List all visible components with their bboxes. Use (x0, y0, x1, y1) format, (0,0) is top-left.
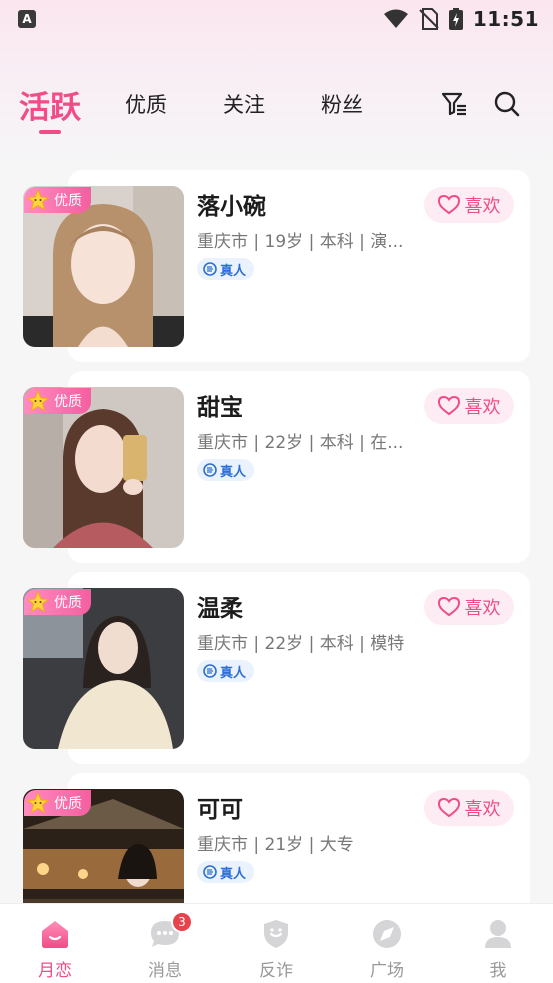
like-label: 喜欢 (464, 598, 501, 619)
nav-anti-fraud-label: 反诈 (259, 961, 293, 981)
quality-badge: 优质 (24, 187, 91, 213)
verified-icon (203, 262, 217, 276)
nav-messages-label: 消息 (148, 961, 182, 981)
like-button[interactable]: 喜欢 (424, 589, 514, 625)
filter-icon[interactable] (438, 88, 470, 120)
star-icon (27, 792, 49, 814)
verified-icon (203, 865, 217, 879)
compass-icon (371, 918, 403, 950)
nav-messages[interactable]: 3 消息 (110, 904, 220, 983)
user-meta: 重庆市 | 22岁 | 本科 | 在... (197, 433, 404, 453)
search-icon[interactable] (491, 88, 523, 120)
battery-charging-icon (448, 8, 463, 30)
tab-quality[interactable]: 优质 (125, 78, 167, 130)
verified-label: 真人 (220, 866, 247, 882)
quality-badge-label: 优质 (54, 193, 82, 209)
verified-icon (203, 463, 217, 477)
verified-badge: 真人 (197, 861, 255, 883)
nav-anti-fraud[interactable]: 反诈 (221, 904, 331, 983)
star-icon (27, 390, 49, 412)
user-meta: 重庆市 | 22岁 | 本科 | 模特 (197, 634, 405, 654)
chat-icon: 3 (149, 911, 193, 950)
quality-badge-label: 优质 (54, 595, 82, 611)
user-meta: 重庆市 | 21岁 | 大专 (197, 835, 354, 855)
like-button[interactable]: 喜欢 (424, 790, 514, 826)
star-icon (27, 591, 49, 613)
heart-icon (437, 195, 460, 215)
like-button[interactable]: 喜欢 (424, 388, 514, 424)
nav-home-label: 月恋 (38, 961, 72, 981)
quality-badge: 优质 (24, 589, 91, 615)
quality-badge-label: 优质 (54, 796, 82, 812)
app-notification-icon: A (18, 10, 36, 28)
top-tabs: 活跃 优质 关注 粉丝 (0, 78, 553, 138)
wifi-icon (383, 9, 408, 28)
verified-badge: 真人 (197, 660, 255, 682)
like-label: 喜欢 (464, 196, 501, 217)
user-card[interactable]: 优质 落小碗 重庆市 | 19岁 | 本科 | 演... 真人 喜欢 (0, 170, 553, 362)
verified-icon (203, 664, 217, 678)
nav-me-label: 我 (489, 961, 507, 981)
user-card[interactable]: 优质 温柔 重庆市 | 22岁 | 本科 | 模特 真人 喜欢 (0, 572, 553, 764)
nav-me[interactable]: 我 (443, 904, 553, 983)
bottom-nav: 月恋 3 消息 反诈 广场 我 (0, 903, 553, 983)
verified-badge: 真人 (197, 459, 255, 481)
quality-badge-label: 优质 (54, 394, 82, 410)
shield-icon (260, 918, 292, 950)
user-photo[interactable]: 优质 (23, 588, 184, 749)
tab-following[interactable]: 关注 (223, 78, 265, 130)
user-icon (482, 918, 514, 950)
nav-square[interactable]: 广场 (332, 904, 442, 983)
user-name: 落小碗 (197, 194, 266, 220)
user-name: 温柔 (197, 596, 243, 622)
tab-fans[interactable]: 粉丝 (321, 78, 363, 130)
nav-square-label: 广场 (370, 961, 404, 981)
heart-icon (437, 396, 460, 416)
verified-badge: 真人 (197, 258, 255, 280)
nav-home[interactable]: 月恋 (0, 904, 110, 983)
tab-active[interactable]: 活跃 (19, 78, 81, 130)
verified-label: 真人 (220, 665, 247, 681)
quality-badge: 优质 (24, 388, 91, 414)
star-icon (27, 189, 49, 211)
quality-badge: 优质 (24, 790, 91, 816)
user-photo[interactable]: 优质 (23, 186, 184, 347)
status-time: 11:51 (472, 7, 539, 31)
status-bar: A 11:51 (0, 0, 553, 38)
unread-badge: 3 (171, 911, 193, 933)
like-button[interactable]: 喜欢 (424, 187, 514, 223)
user-meta: 重庆市 | 19岁 | 本科 | 演... (197, 232, 404, 252)
user-name: 甜宝 (197, 395, 243, 421)
user-name: 可可 (197, 797, 243, 823)
heart-icon (437, 798, 460, 818)
tab-underline (39, 130, 61, 134)
no-sim-icon (419, 8, 439, 30)
user-card[interactable]: 优质 甜宝 重庆市 | 22岁 | 本科 | 在... 真人 喜欢 (0, 371, 553, 563)
home-icon (39, 918, 71, 950)
verified-label: 真人 (220, 263, 247, 279)
verified-label: 真人 (220, 464, 247, 480)
user-photo[interactable]: 优质 (23, 387, 184, 548)
heart-icon (437, 597, 460, 617)
like-label: 喜欢 (464, 799, 501, 820)
like-label: 喜欢 (464, 397, 501, 418)
